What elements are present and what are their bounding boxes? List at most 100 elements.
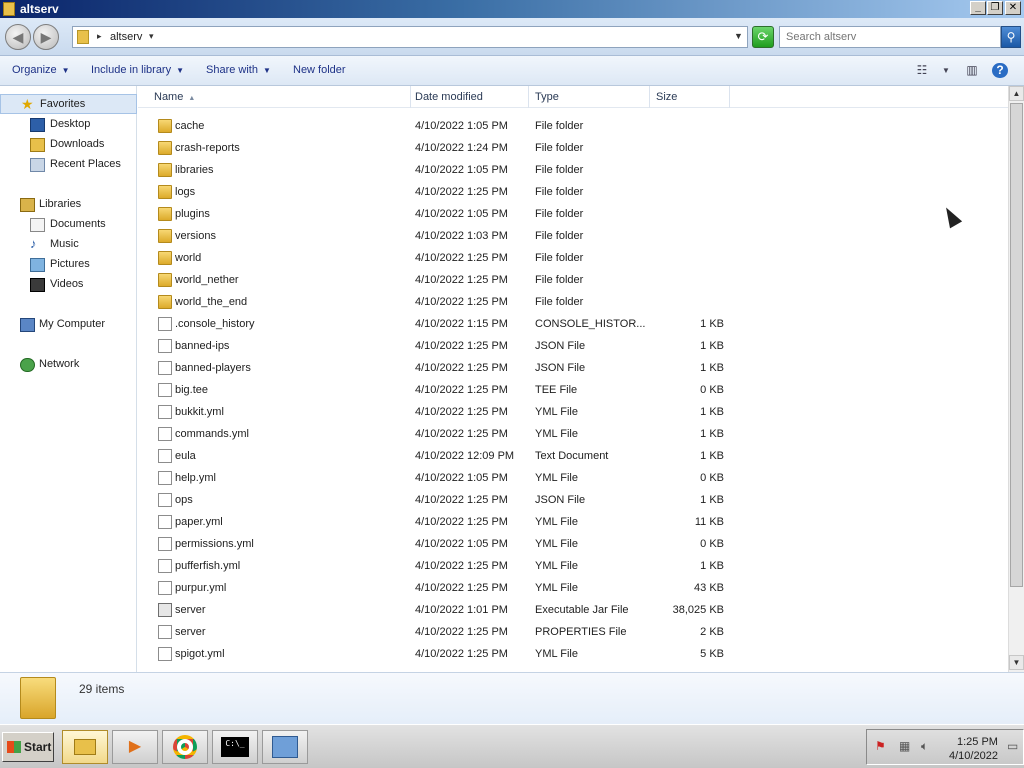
back-button[interactable]: ◀ xyxy=(5,24,31,50)
file-row[interactable]: big.tee 4/10/2022 1:25 PM TEE File 0 KB xyxy=(138,379,1008,401)
taskbar-server-manager-button[interactable] xyxy=(262,730,308,764)
file-name: cache xyxy=(175,120,205,132)
nav-libraries[interactable]: Libraries xyxy=(0,195,137,215)
column-name[interactable]: Name ▲ xyxy=(148,86,411,108)
view-options-icon[interactable]: ☷ xyxy=(914,63,930,78)
nav-videos[interactable]: Videos xyxy=(0,275,137,295)
address-bar[interactable]: ▸ altserv ▾ ▼ xyxy=(72,26,748,48)
taskbar-cmd-button[interactable]: C:\_ xyxy=(212,730,258,764)
search-input[interactable] xyxy=(780,27,976,47)
vertical-scrollbar[interactable]: ▲ ▼ xyxy=(1008,86,1024,672)
nav-my-computer[interactable]: My Computer xyxy=(0,315,137,335)
action-center-icon[interactable]: ⚑ xyxy=(875,739,886,753)
column-date-modified[interactable]: Date modified xyxy=(409,86,529,108)
show-desktop-icon[interactable]: ▭ xyxy=(1007,739,1018,753)
file-row[interactable]: plugins 4/10/2022 1:05 PM File folder xyxy=(138,203,1008,225)
nav-label: Music xyxy=(50,238,79,250)
address-dropdown-icon[interactable]: ▼ xyxy=(734,31,743,41)
file-row[interactable]: permissions.yml 4/10/2022 1:05 PM YML File… xyxy=(138,533,1008,555)
share-with-button[interactable]: Share with ▼ xyxy=(206,64,271,76)
file-row[interactable]: server 4/10/2022 1:25 PM PROPERTIES File 2 … xyxy=(138,621,1008,643)
forward-button[interactable]: ▶ xyxy=(33,24,59,50)
nav-downloads[interactable]: Downloads xyxy=(0,135,137,155)
file-row[interactable]: cache 4/10/2022 1:05 PM File folder xyxy=(138,115,1008,137)
file-type: Text Document xyxy=(535,450,609,462)
file-row[interactable]: ops 4/10/2022 1:25 PM JSON File 1 KB xyxy=(138,489,1008,511)
nav-documents[interactable]: Documents xyxy=(0,215,137,235)
scroll-down-button[interactable]: ▼ xyxy=(1009,655,1024,670)
breadcrumb-altserv[interactable]: altserv xyxy=(110,31,142,43)
file-type: JSON File xyxy=(535,340,586,352)
taskbar-media-player-button[interactable]: ▶ xyxy=(112,730,158,764)
file-row[interactable]: logs 4/10/2022 1:25 PM File folder xyxy=(138,181,1008,203)
file-type: YML File xyxy=(535,472,578,484)
file-row[interactable]: help.yml 4/10/2022 1:05 PM YML File 0 KB xyxy=(138,467,1008,489)
file-icon xyxy=(158,625,172,639)
search-box[interactable] xyxy=(779,26,1001,48)
nav-label: My Computer xyxy=(39,318,106,330)
file-row[interactable]: pufferfish.yml 4/10/2022 1:25 PM YML File 1… xyxy=(138,555,1008,577)
file-name: purpur.yml xyxy=(175,582,227,594)
taskbar-chrome-button[interactable] xyxy=(162,730,208,764)
restore-button[interactable]: ❐ xyxy=(987,1,1003,15)
scroll-up-button[interactable]: ▲ xyxy=(1009,86,1024,101)
file-row[interactable]: world 4/10/2022 1:25 PM File folder xyxy=(138,247,1008,269)
chevron-down-icon[interactable]: ▼ xyxy=(938,66,954,81)
file-row[interactable]: purpur.yml 4/10/2022 1:25 PM YML File 43 KB xyxy=(138,577,1008,599)
computer-icon xyxy=(20,318,35,332)
file-type: CONSOLE_HISTOR... xyxy=(535,318,646,330)
chrome-icon xyxy=(173,734,197,759)
nav-recent-places[interactable]: Recent Places xyxy=(0,155,137,175)
file-row[interactable]: bukkit.yml 4/10/2022 1:25 PM YML File 1 KB xyxy=(138,401,1008,423)
nav-network[interactable]: Network xyxy=(0,355,137,375)
file-row[interactable]: paper.yml 4/10/2022 1:25 PM YML File 11 KB xyxy=(138,511,1008,533)
file-row[interactable]: versions 4/10/2022 1:03 PM File folder xyxy=(138,225,1008,247)
refresh-button[interactable]: ⟳ xyxy=(752,26,774,48)
breadcrumb-arrow-icon[interactable]: ▸ xyxy=(97,31,102,42)
search-icon[interactable]: ⚲ xyxy=(1001,26,1021,48)
start-button[interactable]: Start xyxy=(2,732,54,762)
file-type: File folder xyxy=(535,296,584,308)
new-folder-button[interactable]: New folder xyxy=(293,64,346,76)
nav-music[interactable]: ♪ Music xyxy=(0,235,137,255)
nav-label: Libraries xyxy=(39,198,82,210)
chevron-down-icon: ▼ xyxy=(262,66,271,75)
preview-pane-icon[interactable]: ▥ xyxy=(964,63,980,78)
volume-icon[interactable]: 🔈︎ xyxy=(921,739,928,754)
nav-favorites[interactable]: ★ Favorites xyxy=(0,94,137,114)
scroll-thumb[interactable] xyxy=(1010,103,1023,587)
file-row[interactable]: .console_history 4/10/2022 1:15 PM CONSOLE… xyxy=(138,313,1008,335)
taskbar-explorer-button[interactable] xyxy=(62,730,108,764)
nav-pictures[interactable]: Pictures xyxy=(0,255,137,275)
minimize-button[interactable]: _ xyxy=(970,1,986,15)
file-date: 4/10/2022 1:25 PM xyxy=(415,186,508,198)
file-row[interactable]: server 4/10/2022 1:01 PM Executable Jar Fi… xyxy=(138,599,1008,621)
folder-icon xyxy=(158,295,172,309)
organize-button[interactable]: Organize ▼ xyxy=(12,64,70,76)
file-row[interactable]: world_nether 4/10/2022 1:25 PM File folder xyxy=(138,269,1008,291)
taskbar: Start ▶ C:\_ ⚑ ▦ 🔈︎ 1:25 PM 4/10/2022 ▭ xyxy=(0,724,1024,768)
breadcrumb-arrow-icon[interactable]: ▾ xyxy=(149,31,154,42)
file-row[interactable]: crash-reports 4/10/2022 1:24 PM File folde… xyxy=(138,137,1008,159)
file-date: 4/10/2022 1:25 PM xyxy=(415,252,508,264)
column-type[interactable]: Type xyxy=(529,86,650,108)
clock-date[interactable]: 4/10/2022 xyxy=(949,750,998,762)
column-size[interactable]: Size xyxy=(650,86,730,108)
file-row[interactable]: world_the_end 4/10/2022 1:25 PM File folde… xyxy=(138,291,1008,313)
include-in-library-button[interactable]: Include in library ▼ xyxy=(91,64,184,76)
close-button[interactable]: ✕ xyxy=(1005,1,1021,15)
file-row[interactable]: commands.yml 4/10/2022 1:25 PM YML File 1 K… xyxy=(138,423,1008,445)
file-name: bukkit.yml xyxy=(175,406,224,418)
folder-icon xyxy=(20,677,56,719)
help-icon[interactable]: ? xyxy=(992,63,1008,78)
network-icon[interactable]: ▦ xyxy=(899,739,910,753)
nav-desktop[interactable]: Desktop xyxy=(0,115,137,135)
clock-time[interactable]: 1:25 PM xyxy=(957,736,998,748)
file-row[interactable]: spigot.yml 4/10/2022 1:25 PM YML File 5 KB xyxy=(138,643,1008,665)
file-row[interactable]: eula 4/10/2022 12:09 PM Text Document 1 KB xyxy=(138,445,1008,467)
details-pane: 29 items xyxy=(0,672,1024,724)
file-row[interactable]: banned-ips 4/10/2022 1:25 PM JSON File 1 KB xyxy=(138,335,1008,357)
file-row[interactable]: banned-players 4/10/2022 1:25 PM JSON File… xyxy=(138,357,1008,379)
file-type: Executable Jar File xyxy=(535,604,629,616)
file-row[interactable]: libraries 4/10/2022 1:05 PM File folder xyxy=(138,159,1008,181)
